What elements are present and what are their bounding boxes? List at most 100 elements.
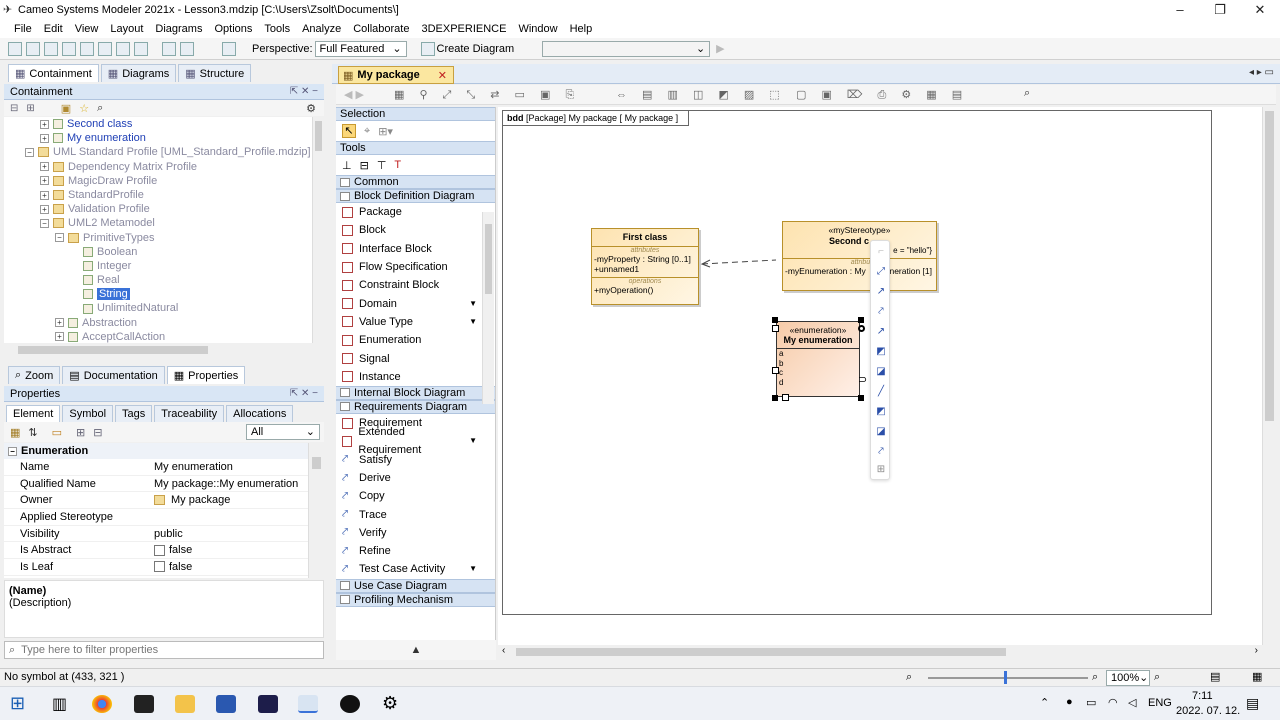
clock-date[interactable]: 2022. 07. 12. bbox=[1176, 705, 1240, 717]
palette-item[interactable]: Domain ▼ bbox=[336, 294, 495, 312]
separator-icon[interactable]: ⊟ bbox=[360, 159, 369, 172]
palette-group-header[interactable]: Block Definition Diagram bbox=[336, 189, 495, 203]
menu-layout[interactable]: Layout bbox=[110, 23, 143, 35]
search-icon[interactable]: ⌕ bbox=[97, 102, 103, 115]
palette-tools-header[interactable]: Tools bbox=[336, 141, 495, 155]
format-tools-icon[interactable]: ▢ ▣ ⌦ ⎙ ⚙ ▦ ▤ bbox=[796, 88, 968, 102]
dependency-edge[interactable] bbox=[698, 252, 778, 272]
property-value[interactable]: My package::My enumeration bbox=[154, 476, 308, 492]
battery-icon[interactable]: ▭ bbox=[1086, 696, 1096, 709]
palette-item[interactable]: Interface Block bbox=[336, 240, 495, 258]
file-explorer-icon[interactable] bbox=[175, 695, 195, 713]
close-icon[interactable]: ✕ bbox=[438, 69, 447, 82]
search-combo[interactable]: ⌄ bbox=[542, 40, 711, 57]
windows-start-icon[interactable]: ⊞ bbox=[10, 693, 25, 714]
property-row[interactable]: Name My enumeration bbox=[4, 459, 308, 476]
create-diagram-button[interactable]: Create Diagram bbox=[437, 43, 515, 55]
collapse-icon[interactable]: − bbox=[55, 233, 64, 243]
property-value[interactable]: public bbox=[154, 526, 308, 542]
tab-traceability[interactable]: Traceability bbox=[154, 405, 225, 422]
tree-item[interactable]: + Validation Profile bbox=[4, 202, 312, 216]
wifi-icon[interactable]: ◠ bbox=[1108, 696, 1118, 709]
menu-view[interactable]: View bbox=[75, 23, 99, 35]
microphone-icon[interactable]: ● bbox=[1066, 696, 1073, 708]
handle-box[interactable] bbox=[782, 394, 789, 401]
redo-icon[interactable] bbox=[134, 41, 148, 56]
expand-icon[interactable]: ▼ bbox=[469, 295, 477, 313]
gear-icon[interactable]: ⚙ bbox=[306, 102, 316, 115]
panel-controls-icon[interactable]: ⇱ ✕ − bbox=[290, 386, 318, 402]
print-icon[interactable] bbox=[80, 41, 94, 56]
save-all-icon[interactable] bbox=[62, 41, 76, 56]
categorized-icon[interactable]: ▦ bbox=[10, 426, 20, 439]
tab-allocations[interactable]: Allocations bbox=[226, 405, 294, 422]
expand-icon[interactable]: + bbox=[40, 176, 49, 186]
go-icon[interactable]: ▶ bbox=[716, 42, 724, 55]
enumeration-literal[interactable]: b bbox=[779, 359, 859, 369]
tree-item[interactable]: + StandardProfile bbox=[4, 188, 312, 202]
task-view-icon[interactable]: ▥ bbox=[52, 694, 67, 714]
lasso-icon[interactable]: ⌖ bbox=[364, 125, 370, 138]
part-association-icon[interactable]: ◩ bbox=[874, 345, 888, 359]
folder-icon[interactable]: ▣ bbox=[61, 102, 71, 115]
tree-item[interactable]: + Abstraction bbox=[4, 316, 312, 330]
trace-icon[interactable]: ⤤ bbox=[874, 445, 888, 459]
first-class-attr-2[interactable]: +unnamed1 bbox=[592, 264, 698, 274]
menu-edit[interactable]: Edit bbox=[44, 23, 63, 35]
first-class-op-1[interactable]: +myOperation() bbox=[592, 285, 698, 295]
cameo-app-icon[interactable] bbox=[298, 695, 318, 713]
panel-controls-icon[interactable]: ⇱ ✕ − bbox=[290, 84, 318, 100]
new-project-icon[interactable] bbox=[8, 41, 22, 56]
palette-item[interactable]: Instance bbox=[336, 368, 495, 386]
tray-chevron-icon[interactable]: ⌃ bbox=[1040, 696, 1049, 709]
palette-group-header[interactable]: Internal Block Diagram bbox=[336, 385, 495, 400]
expand-icon[interactable]: ▼ bbox=[469, 560, 477, 578]
tab-diagrams[interactable]: ▦ Diagrams bbox=[100, 64, 177, 82]
tree-item[interactable]: +String bbox=[4, 287, 312, 301]
text-icon[interactable]: T bbox=[394, 159, 401, 171]
first-class-attr-1[interactable]: -myProperty : String [0..1] bbox=[592, 254, 698, 264]
chrome-icon[interactable] bbox=[92, 695, 112, 713]
tab-symbol[interactable]: Symbol bbox=[62, 405, 114, 422]
aggregation-icon[interactable]: ⤤ bbox=[874, 305, 888, 319]
expand-icon[interactable]: ▼ bbox=[469, 432, 477, 450]
tab-documentation[interactable]: ▤ Documentation bbox=[62, 366, 165, 384]
memory-icon[interactable]: ▤ bbox=[1210, 669, 1220, 686]
layout-icon[interactable] bbox=[222, 41, 236, 56]
property-row[interactable]: Owner My package bbox=[4, 492, 308, 510]
property-value[interactable]: false bbox=[154, 542, 308, 558]
property-row[interactable]: Is Abstract false bbox=[4, 542, 308, 560]
menu-analyze[interactable]: Analyze bbox=[302, 23, 341, 35]
resize-handle[interactable] bbox=[772, 317, 778, 323]
palette-item[interactable]: ⤤ Derive bbox=[336, 469, 495, 487]
tab-properties[interactable]: ▦ Properties bbox=[166, 366, 246, 384]
palette-item[interactable]: Enumeration bbox=[336, 331, 495, 349]
maximize-button[interactable]: ❐ bbox=[1200, 0, 1240, 20]
expert-icon[interactable]: ▭ bbox=[52, 426, 62, 439]
ide-icon[interactable] bbox=[258, 695, 278, 713]
palette-item[interactable]: Extended Requirement ▼ bbox=[336, 426, 495, 456]
property-filter-select[interactable]: All ⌄ bbox=[246, 424, 320, 440]
tab-nav-icon[interactable]: ◂ ▸ ▭ bbox=[1249, 67, 1274, 78]
expand-icon[interactable]: + bbox=[40, 119, 49, 129]
resize-handle[interactable] bbox=[858, 317, 864, 323]
grid-select-icon[interactable]: ⊞▾ bbox=[378, 125, 393, 138]
tree-item[interactable]: − UML2 Metamodel bbox=[4, 216, 312, 230]
tree-item[interactable]: + My enumeration bbox=[4, 131, 312, 145]
volume-icon[interactable]: ◁ bbox=[1128, 696, 1136, 709]
checkbox[interactable] bbox=[154, 561, 165, 573]
menu-options[interactable]: Options bbox=[214, 23, 252, 35]
zoom-in-icon[interactable]: ⌕ bbox=[1092, 669, 1098, 686]
copy-icon[interactable] bbox=[98, 41, 112, 56]
tab-element[interactable]: Element bbox=[6, 405, 61, 422]
tree-item[interactable]: +Real bbox=[4, 273, 312, 287]
zoom-slider-thumb[interactable] bbox=[1004, 671, 1007, 684]
settings-icon[interactable]: ⚙ bbox=[382, 693, 398, 714]
menu-collaborate[interactable]: Collaborate bbox=[353, 23, 409, 35]
zoom-out-icon[interactable]: ⌕ bbox=[906, 669, 912, 686]
zoom-fit-icon[interactable]: ⌕ bbox=[1154, 669, 1160, 686]
connect-handle[interactable] bbox=[858, 325, 865, 332]
more-icon[interactable]: ⊞ bbox=[874, 463, 888, 477]
tab-zoom[interactable]: ⌕ Zoom bbox=[8, 366, 61, 384]
perspective-select[interactable]: Full Featured ⌄ bbox=[314, 40, 407, 57]
